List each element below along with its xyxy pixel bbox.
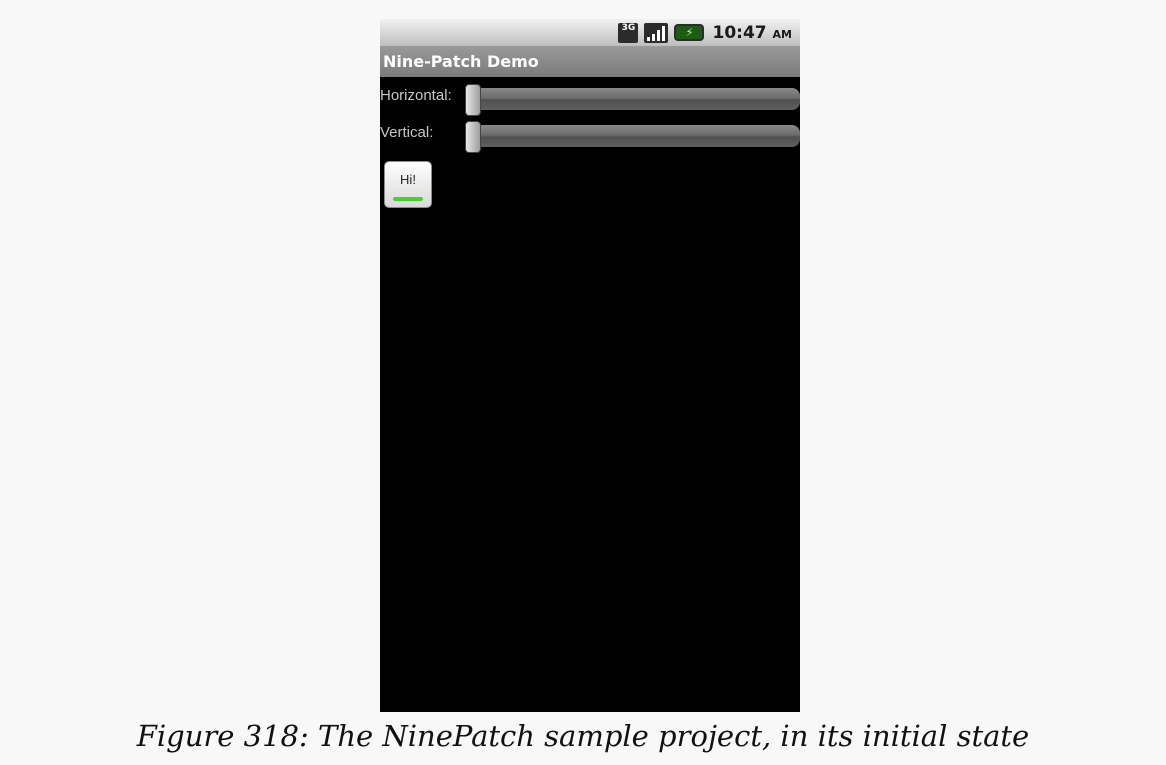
horizontal-row: Horizontal: bbox=[380, 83, 800, 116]
vertical-seekbar-thumb[interactable] bbox=[465, 121, 481, 153]
3g-icon: 3G bbox=[618, 22, 639, 43]
horizontal-seekbar[interactable] bbox=[465, 84, 800, 116]
app-title: Nine-Patch Demo bbox=[383, 52, 539, 71]
clock-time: 10:47 bbox=[712, 22, 767, 43]
horizontal-seekbar-thumb[interactable] bbox=[465, 84, 481, 116]
status-clock: 10:47 AM bbox=[712, 23, 792, 43]
battery-icon: ⚡ bbox=[674, 24, 705, 41]
device-screen: 3G ⚡ 10:47 AM Nine-Patch Demo Horizontal… bbox=[380, 19, 800, 712]
status-bar: 3G ⚡ 10:47 AM bbox=[380, 19, 800, 46]
vertical-label: Vertical: bbox=[380, 124, 434, 141]
network-label: 3G bbox=[621, 22, 636, 33]
horizontal-label: Horizontal: bbox=[380, 87, 452, 104]
app-title-bar: Nine-Patch Demo bbox=[380, 46, 800, 77]
vertical-row: Vertical: bbox=[380, 120, 800, 153]
hi-button[interactable]: Hi! bbox=[384, 161, 432, 208]
signal-icon bbox=[644, 22, 669, 43]
clock-ampm: AM bbox=[772, 27, 792, 41]
figure-caption: Figure 318: The NinePatch sample project… bbox=[136, 719, 1030, 753]
vertical-seekbar[interactable] bbox=[465, 121, 800, 153]
hi-button-label: Hi! bbox=[400, 172, 416, 187]
button-focus-indicator bbox=[393, 197, 423, 201]
